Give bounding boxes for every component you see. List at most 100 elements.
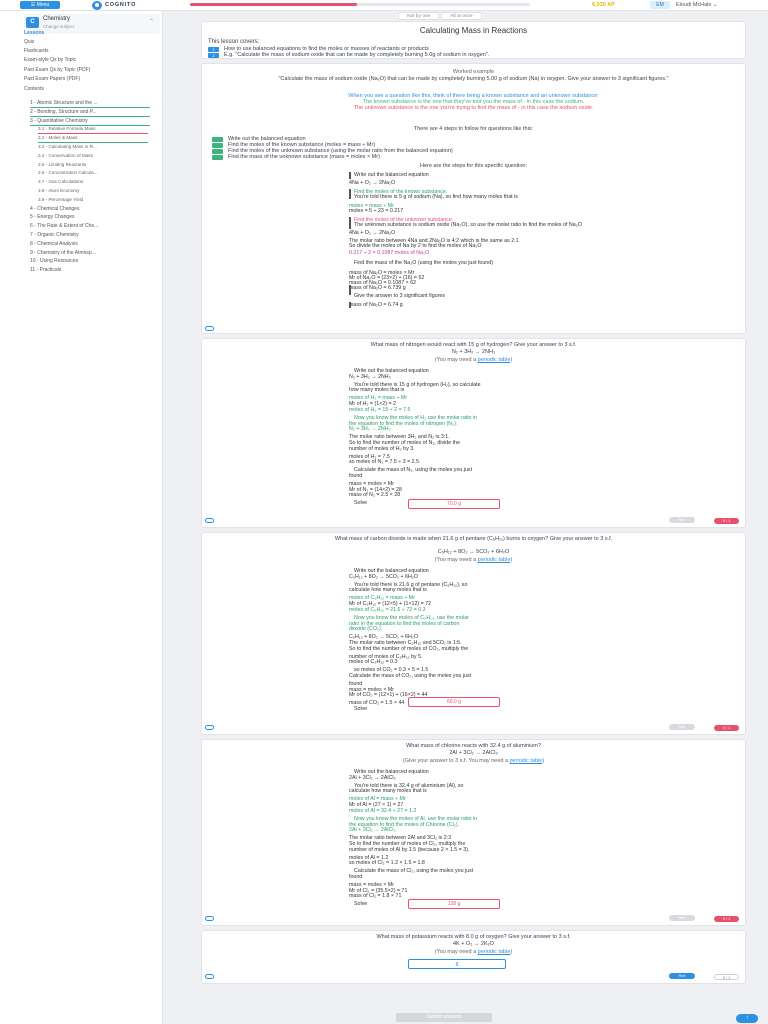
score-badge: 0 / 1: [714, 916, 739, 922]
solution-line: moles of C₅H₁₂ = 21.6 ÷ 72 = 0.3: [349, 606, 426, 613]
view-tabs: Not by one All at once: [398, 12, 482, 20]
hint-button[interactable]: Hint: [669, 517, 695, 523]
solution-line: so moles of N₂ = 7.5 ÷ 3 = 2.5: [349, 459, 420, 466]
hint-button[interactable]: Hint: [669, 973, 695, 979]
tab-one-by-one[interactable]: Not by one: [398, 12, 440, 20]
periodic-table-hint: (You may need a periodic table): [202, 949, 745, 955]
sidebar-chapter[interactable]: 9 - Chemistry of the Atmosp...: [30, 250, 96, 256]
step-marker: [349, 189, 351, 199]
solution-line: mass of Na₂O = 6.74 g: [349, 302, 403, 308]
comment-icon[interactable]: [205, 725, 214, 730]
solution-line: number of moles of Al by 1.5 (because 2 …: [349, 846, 470, 853]
lesson-title: Calculating Mass in Reactions: [419, 26, 528, 35]
sidebar-chapter[interactable]: 8 - Chemical Analysis: [30, 241, 78, 247]
hint-button[interactable]: Hint: [669, 915, 695, 921]
top-bar: ☰ Menu COGNITO 6,035 XP EM Eloudi McHale…: [0, 0, 768, 11]
periodic-table-link[interactable]: periodic table: [478, 357, 511, 363]
sidebar-chapter[interactable]: 3.5 - Limiting Reactants: [38, 162, 86, 167]
submit-answers-button[interactable]: Submit answers: [396, 1013, 492, 1022]
comment-icon[interactable]: [205, 518, 214, 523]
question-card-3: What mass of chlorine reacts with 32.4 g…: [201, 739, 746, 926]
chevron-down-icon: ⌄: [713, 2, 718, 8]
solution-line: Solve: [354, 706, 368, 713]
answer-input[interactable]: g: [408, 959, 506, 969]
sidebar-item[interactable]: Past Exam Papers (PDF): [24, 76, 80, 82]
sidebar-chapter[interactable]: 3.4 - Conservation of Mass: [38, 153, 93, 158]
sidebar-chapter[interactable]: 5 - Energy Changes: [30, 214, 74, 220]
solution-line: N₂ + 3H₂ → 2NH₃: [349, 426, 391, 433]
sidebar-chapter[interactable]: 10 - Using Resources: [30, 258, 78, 264]
question-text: What mass of nitrogen would react with 1…: [370, 342, 577, 348]
sidebar-chapter[interactable]: 3.6 - Concentration Calcula...: [38, 170, 98, 175]
sidebar-chapter[interactable]: 7 - Organic Chemistry: [30, 232, 79, 238]
menu-button[interactable]: ☰ Menu: [20, 1, 60, 9]
sidebar-chapter[interactable]: 2 - Bonding, Structure and P...: [30, 109, 97, 115]
solution-line: 4Na + O₂ → 2Na₂O: [349, 230, 396, 236]
solution-line: mass of Na₂O = 6.739 g: [349, 285, 406, 291]
comment-icon[interactable]: [205, 974, 214, 979]
solution-line: number of moles of H₂ by 3.: [349, 445, 415, 452]
avatar[interactable]: EM: [650, 1, 670, 9]
tab-all-at-once[interactable]: All at once: [441, 12, 482, 20]
sidebar-item[interactable]: Past Exam Qs by Topic (PDF): [24, 67, 90, 73]
solution-line: The unknown substance is sodium oxide (N…: [354, 222, 582, 228]
solution-line: moles of Al = 32.4 ÷ 27 = 1.2: [349, 807, 417, 814]
sidebar-item[interactable]: Quiz: [24, 39, 34, 45]
solution-line: Write out the balanced equation: [354, 172, 429, 178]
sidebar-chapter[interactable]: 4 - Chemical Changes: [30, 206, 79, 212]
sidebar-chapter[interactable]: 3.8 - Atom Economy: [38, 188, 79, 193]
scroll-top-button[interactable]: ↑: [736, 1014, 758, 1023]
sidebar-chapter[interactable]: 1 - Atomic Structure and the ...: [30, 100, 98, 106]
solution-line: calculate how many moles that is: [349, 587, 427, 594]
solution-line: So divide the moles of Na by 2 to find t…: [349, 243, 482, 249]
sidebar-item[interactable]: Lessons: [24, 30, 44, 36]
sidebar-chapter[interactable]: 6 - The Rate & Extent of Che...: [30, 223, 98, 229]
comment-icon[interactable]: [205, 326, 214, 331]
user-menu[interactable]: Eloudi McHale ⌄: [676, 2, 718, 8]
worked-example-card: Worked example "Calculate the mass of so…: [201, 63, 746, 334]
solution-line: found: [349, 473, 363, 479]
sidebar-item[interactable]: Exam-style Qs by Topic: [24, 57, 76, 63]
periodic-table-link[interactable]: periodic table: [478, 949, 511, 955]
sidebar-chapter[interactable]: 3.1 - Relative Formula Mass: [38, 126, 95, 131]
solution-line: how many moles that is: [349, 387, 405, 394]
progress-fill: [190, 3, 357, 6]
sidebar-chapter[interactable]: 3.7 - Gas Calculations: [38, 179, 83, 184]
periodic-table-hint: (You may need a periodic table): [202, 557, 745, 563]
solution-line: calculate how many moles that is: [349, 788, 427, 795]
hint-suffix: ): [542, 758, 545, 764]
comment-icon[interactable]: [205, 916, 214, 921]
hint-prefix: (You may need a: [434, 949, 478, 955]
step-marker: [349, 302, 351, 308]
covers-label: This lesson covers:: [208, 39, 260, 45]
step-text: Find the mass of the unknown substance (…: [228, 154, 380, 160]
sidebar-chapter[interactable]: 11 - Practicals: [30, 267, 61, 273]
answer-input[interactable]: 66.0 g: [408, 697, 500, 707]
answer-input[interactable]: 128 g: [408, 899, 500, 909]
question-equation: 2Al + 3Cl₂ → 2AlCl₃: [449, 750, 498, 756]
solution-line: C₅H₁₂ + 8O₂ → 5CO₂ + 6H₂O: [349, 573, 418, 580]
sidebar-chapter[interactable]: 3 - Quantitative Chemistry: [30, 118, 88, 124]
logo[interactable]: COGNITO: [92, 0, 136, 10]
course-title: Chemistry: [43, 16, 71, 22]
solution-line: moles of C₅H₁₂ = 0.3: [349, 659, 398, 666]
solution-line: 2Al + 3Cl₂ → 2AlCl₃: [349, 827, 396, 834]
hint-suffix: ): [510, 557, 513, 563]
sidebar-chapter[interactable]: 3.3 - Calculating Mass in R...: [38, 144, 97, 149]
solution-line: You're told there is 5 g of sodium (Na),…: [354, 194, 518, 200]
sidebar-item[interactable]: Flashcards: [24, 48, 48, 54]
step-marker: [349, 285, 351, 295]
sidebar-chapter[interactable]: 3.9 - Percentage Yield: [38, 197, 83, 202]
solution-line: 0.217 ÷ 2 = 0.1087 moles of Na₂O: [349, 250, 430, 256]
change-subject-link[interactable]: Change subject: [43, 24, 74, 29]
periodic-table-link[interactable]: periodic table: [510, 758, 543, 764]
periodic-table-link[interactable]: periodic table: [478, 557, 511, 563]
answer-input[interactable]: 70.0 g: [408, 499, 500, 509]
hint-button[interactable]: Hint: [669, 724, 695, 730]
solution-line: Solve: [354, 500, 368, 507]
sidebar-chapter[interactable]: 3.2 - Moles & Mass: [38, 135, 77, 140]
sidebar-item[interactable]: Contents: [24, 86, 44, 92]
course-selector[interactable]: C Chemistry Change subject ⌃: [24, 14, 160, 34]
step-number: 4: [212, 155, 223, 160]
solution-line: moles of H₂ = 15 ÷ 2 = 7.5: [349, 406, 411, 413]
